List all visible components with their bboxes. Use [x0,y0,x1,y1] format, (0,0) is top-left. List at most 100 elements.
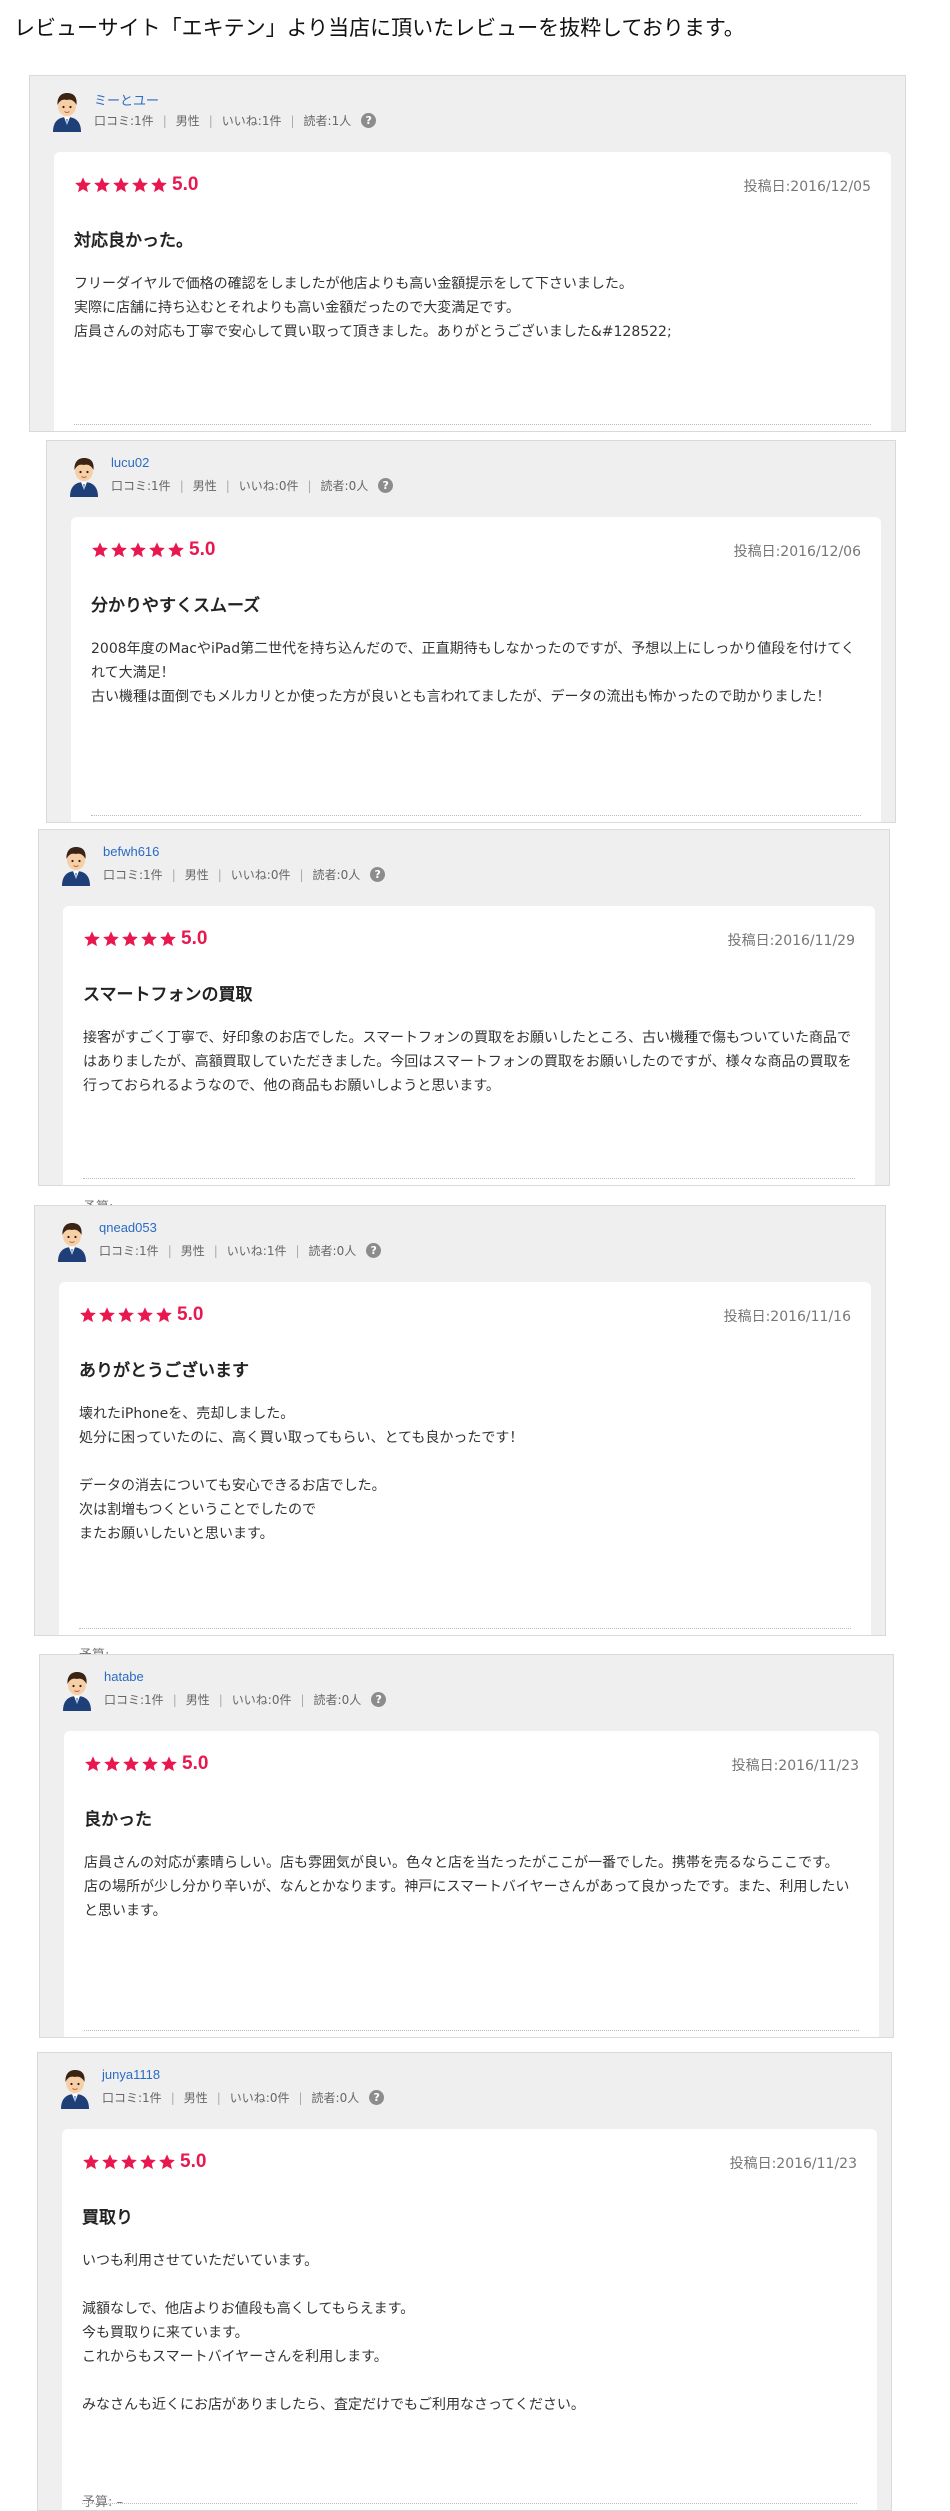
reviewer-name-link[interactable]: qnead053 [99,1220,157,1235]
star-icon [103,931,119,947]
meta-separator: | [208,113,213,128]
reviewer-name-link[interactable]: ミーとユー [94,90,159,109]
review-card: hatabe 口コミ:1件 | 男性 | いいね:0件 | 読者:0人? 5.0 投稿日:2016… [39,1654,894,2070]
star-icon [141,931,157,947]
help-icon[interactable]: ? [370,867,386,882]
review-text-line: 処分に困っていたのに、高く買い取ってもらい、とても良かったです！ [79,1430,524,1446]
rating-score: 5.0 [177,1304,204,1325]
meta-separator: | [295,1243,300,1258]
review-title: 良かった [84,1810,152,1830]
review-title: 対応良かった。 [74,231,193,251]
star-rating: 5.0 [82,2151,206,2173]
review-body-card: 5.0 投稿日:2016/11/23 良かった店員さんの対応が素晴らしい。店も雰囲気… [64,1731,879,2070]
review-text-line: これからもスマートバイヤーさんを利用します。 [82,2349,388,2365]
review-text-line: 次は割増もつくということでしたので [79,1502,317,1518]
divider [79,1628,851,1629]
review-count: 口コミ:1件 [104,1693,164,1707]
review-text-line: 実際に店舗に持ち込むとそれよりも高い金額だったので大変満足です。 [74,300,520,316]
reviewer-name-link[interactable]: befwh616 [103,844,159,859]
star-icon [92,542,108,558]
star-icon [75,177,91,193]
help-icon[interactable]: ? [371,1692,387,1707]
star-rating: 5.0 [91,539,215,561]
review-count: 口コミ:1件 [103,868,163,882]
review-text-line: またお願いしたいと思います。 [79,1526,274,1542]
help-icon[interactable]: ? [369,2090,385,2105]
star-icon [161,1756,177,1772]
help-icon[interactable]: ? [378,478,394,493]
user-avatar-icon [70,458,98,497]
review-header: qnead053 口コミ:1件 | 男性 | いいね:1件 | 読者:0人? [35,1206,885,1282]
star-icon [83,2154,99,2170]
meta-separator: | [179,478,184,493]
reviewer-name-link[interactable]: lucu02 [111,455,149,470]
review-text: 壊れたiPhoneを、売却しました。 処分に困っていたのに、高く買い取ってもらい、… [79,1402,851,1546]
star-icon [122,931,138,947]
review-text-line: 店員さんの対応も丁寧で安心して買い取って頂きました。ありがとうございました&#1… [74,324,672,340]
help-icon[interactable]: ? [366,1243,382,1258]
divider [74,424,871,425]
like-count: いいね:0件 [230,868,291,882]
review-body-card: 5.0 投稿日:2016/11/29 スマートフォンの買取 接客がすごく丁寧で、好印象… [63,906,875,1215]
star-icon [99,1307,115,1323]
review-text-line: データの消去についても安心できるお店でした。 [79,1478,386,1494]
meta-separator: | [170,2090,175,2105]
meta-separator: | [171,867,176,882]
reviewer-name-link[interactable]: hatabe [104,1669,144,1684]
meta-separator: | [217,867,222,882]
review-card: qnead053 口コミ:1件 | 男性 | いいね:1件 | 読者:0人? 5.0 投稿日:20… [34,1205,886,1663]
reader-count: 読者:0人 [311,2091,360,2105]
star-icon [160,931,176,947]
star-icon [156,1307,172,1323]
reviewer-name-link[interactable]: junya1118 [102,2067,160,2082]
star-rating: 5.0 [83,928,207,950]
meta-separator: | [162,113,167,128]
review-text: 店員さんの対応が素晴らしい。店も雰囲気が良い。色々と店を当たったがここが一番でし… [84,1851,859,1923]
reviewer-gender: 男性 [180,1244,205,1258]
like-count: いいね:1件 [226,1244,287,1258]
review-body-card: 5.0 投稿日:2016/11/23 買取り いつも利用させていただいています。 減額な… [62,2129,877,2510]
star-icon [168,542,184,558]
meta-separator: | [290,113,295,128]
user-avatar-icon [62,847,90,886]
star-icon [85,1756,101,1772]
post-date: 投稿日:2016/11/23 [731,1758,859,1774]
help-icon[interactable]: ? [361,113,377,128]
star-icon [84,931,100,947]
review-text-line [82,2369,857,2393]
review-card: junya1118 口コミ:1件 | 男性 | いいね:0件 | 読者:0人? 5.0 投稿日:2… [37,2052,892,2511]
review-body-card: 5.0 投稿日:2016/12/05 対応良かった。フリーダイヤルで価格の確認をしま… [54,152,891,457]
star-rating: 5.0 [74,174,198,196]
post-date: 投稿日:2016/12/05 [743,179,871,195]
reviewer-gender: 男性 [175,114,200,128]
rating-score: 5.0 [189,539,216,560]
reader-count: 読者:0人 [308,1244,357,1258]
budget-label: 予算: – [82,2495,124,2510]
review-text-line: 接客がすごく丁寧で、好印象のお店でした。スマートフォンの買取をお願いしたところ、… [83,1030,852,1094]
review-count: 口コミ:1件 [94,114,154,128]
meta-separator: | [218,1692,223,1707]
meta-separator: | [299,867,304,882]
review-title: 買取り [82,2208,133,2228]
star-rating: 5.0 [84,1753,208,1775]
intro-heading: レビューサイト「エキテン」より当店に頂いたレビューを抜粋しております。 [14,16,745,40]
review-count: 口コミ:1件 [102,2091,162,2105]
review-text-line: みなさんも近くにお店がありましたら、査定だけでもご利用なさってください。 [82,2397,585,2413]
review-title: ありがとうございます [79,1361,249,1381]
review-text-line: 2008年度のMacやiPad第二世代を持ち込んだので、正直期待もしなかったので… [91,641,855,681]
reader-count: 読者:0人 [312,868,361,882]
divider [84,2030,859,2031]
rating-score: 5.0 [180,2151,207,2172]
review-text-line: 今も買取りに来ています。 [82,2325,249,2341]
star-rating: 5.0 [79,1304,203,1326]
post-date: 投稿日:2016/11/23 [729,2156,857,2172]
star-icon [140,2154,156,2170]
user-avatar-icon [58,1223,86,1262]
review-text: フリーダイヤルで価格の確認をしましたが他店よりも高い金額提示をして下さいました。… [74,272,871,344]
review-header: junya1118 口コミ:1件 | 男性 | いいね:0件 | 読者:0人? [38,2053,891,2129]
review-title: 分かりやすくスムーズ [91,596,261,616]
like-count: いいね:0件 [238,479,299,493]
star-icon [159,2154,175,2170]
star-icon [151,177,167,193]
review-text-line: 店員さんの対応が素晴らしい。店も雰囲気が良い。色々と店を当たったがここが一番でし… [84,1855,839,1871]
